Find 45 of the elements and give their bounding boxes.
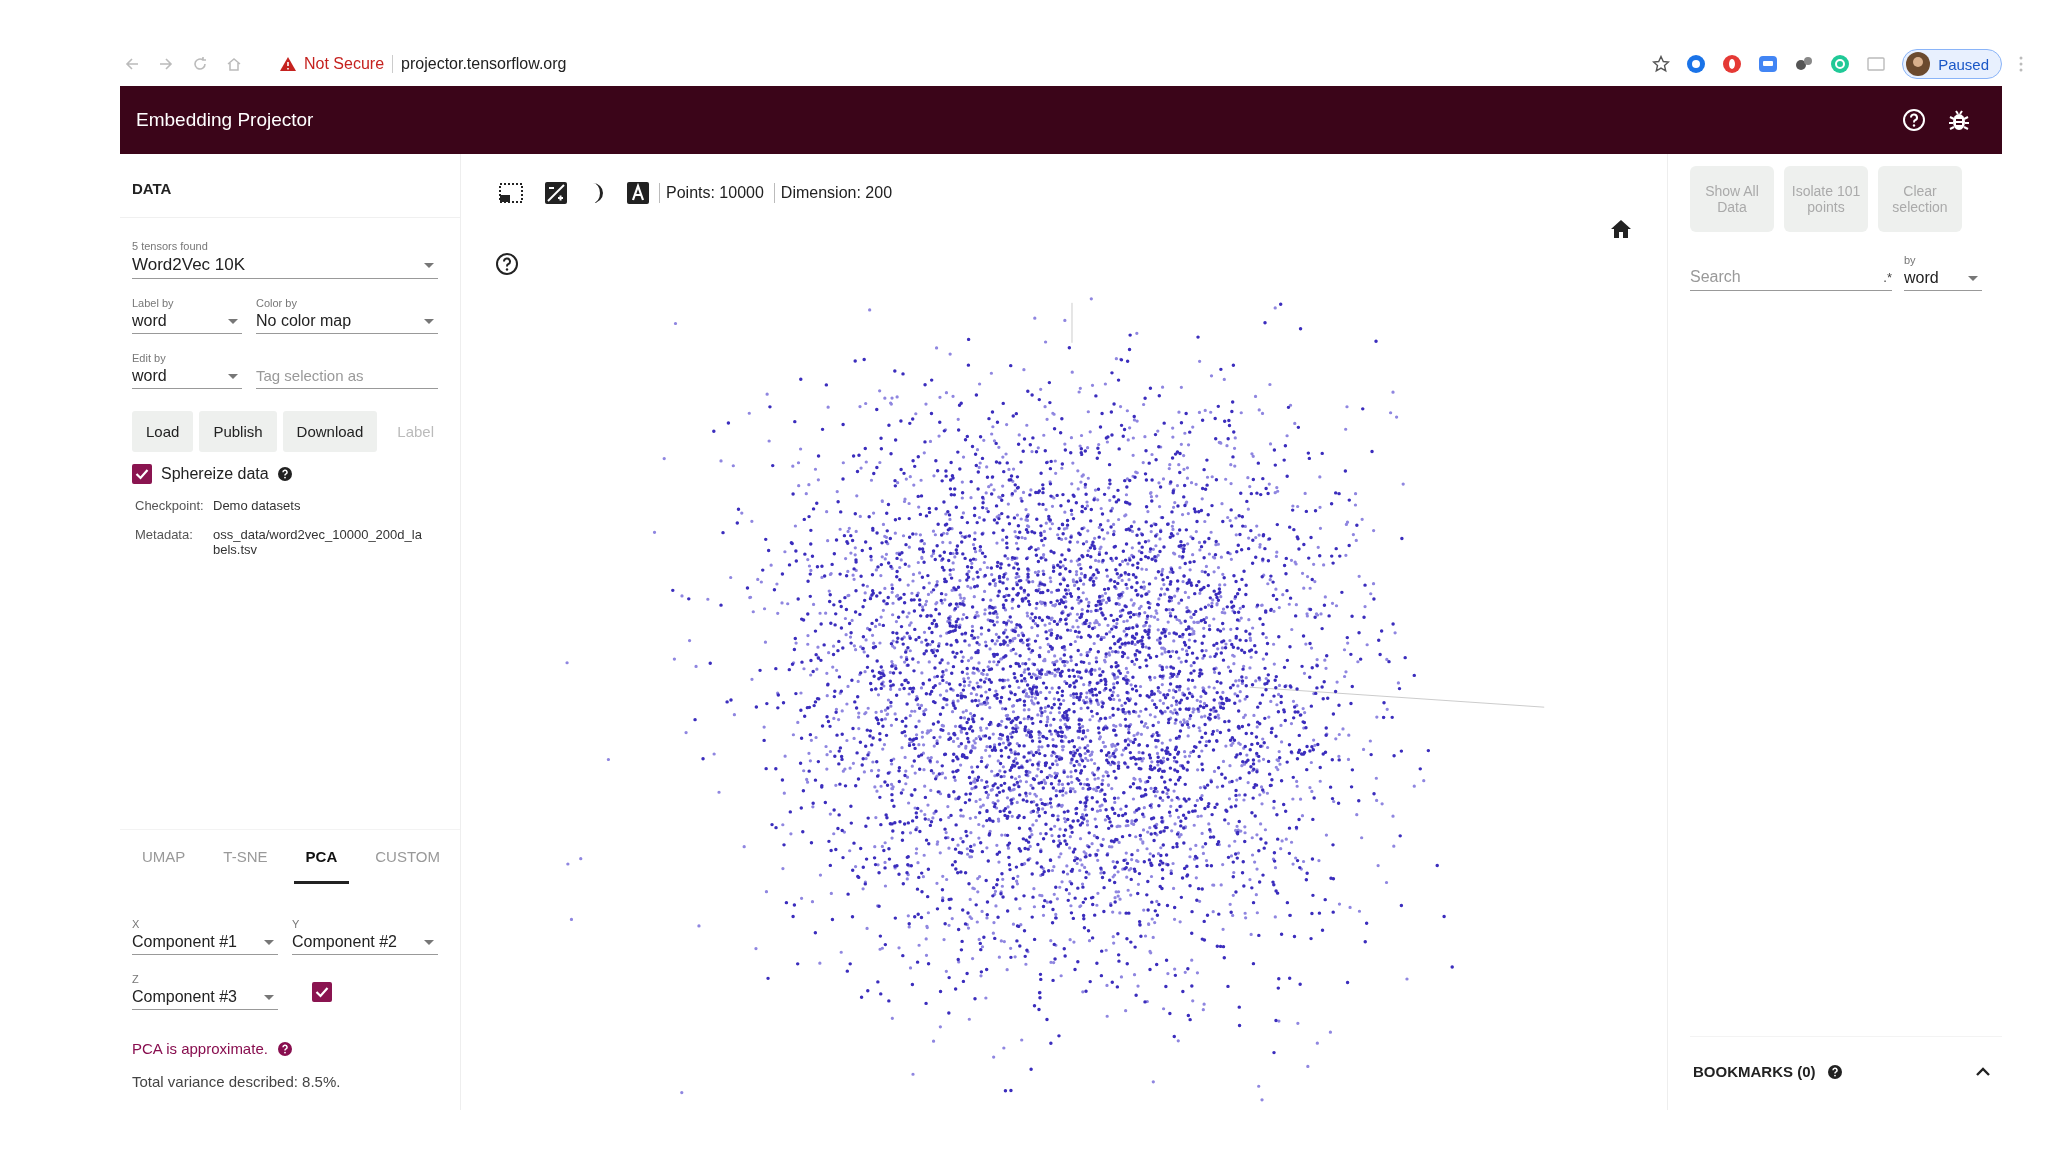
- app-title: Embedding Projector: [136, 109, 314, 131]
- pca-note: PCA is approximate.: [132, 1040, 268, 1057]
- variance-text: Total variance described: 8.5%.: [132, 1073, 342, 1090]
- help-icon[interactable]: [277, 467, 292, 481]
- selection-icon[interactable]: [499, 183, 523, 203]
- points-count: Points: 10000: [666, 184, 764, 202]
- label-icon[interactable]: [627, 182, 649, 204]
- info-label: Metadata:: [135, 527, 194, 544]
- extension-icon[interactable]: [1758, 54, 1779, 74]
- tensor-dropdown[interactable]: 5 tensors found Word2Vec 10K: [132, 240, 438, 279]
- address-bar[interactable]: projector.tensorflow.org: [401, 55, 567, 73]
- checkbox-label: Sphereize data: [161, 465, 269, 483]
- checkbox[interactable]: [312, 981, 332, 1002]
- edit-by-dropdown[interactable]: Edit by word: [132, 352, 242, 389]
- regex-toggle[interactable]: .*: [1883, 269, 1892, 285]
- action-button[interactable]: Publish: [199, 411, 277, 452]
- x-component-dropdown[interactable]: X Component #1: [132, 918, 278, 955]
- profile-button[interactable]: Paused: [1902, 49, 2002, 79]
- section-heading: DATA: [120, 154, 460, 218]
- extension-icon[interactable]: [1722, 54, 1743, 74]
- info-value: Demo datasets: [213, 498, 302, 513]
- security-warning[interactable]: Not Secure: [304, 55, 385, 73]
- extension-icon[interactable]: [1686, 54, 1707, 74]
- avatar-icon: [1906, 52, 1931, 76]
- search-by-dropdown[interactable]: by word: [1904, 254, 1982, 291]
- help-icon[interactable]: [277, 1041, 292, 1056]
- projection-tab[interactable]: PCA: [293, 830, 350, 884]
- z-component-dropdown[interactable]: Z Component #3: [132, 973, 278, 1010]
- color-by-dropdown[interactable]: Color by No color map: [256, 297, 438, 334]
- bookmarks-heading[interactable]: BOOKMARKS (0): [1693, 1063, 1816, 1080]
- home-icon[interactable]: [1611, 220, 1631, 238]
- star-icon[interactable]: [1652, 55, 1671, 73]
- warning-icon: [280, 57, 296, 71]
- action-button[interactable]: Download: [282, 411, 378, 452]
- label-by-dropdown[interactable]: Label by word: [132, 297, 242, 334]
- chevron-up-icon[interactable]: [1976, 1066, 1990, 1077]
- bug-icon[interactable]: [1948, 108, 1970, 132]
- info-value: oss_data/word2vec_10000_200d_labels.tsv: [213, 527, 423, 557]
- night-mode-icon[interactable]: [545, 182, 567, 204]
- help-icon[interactable]: [1827, 1064, 1842, 1079]
- dimension-count: Dimension: 200: [780, 184, 893, 202]
- checkbox[interactable]: [132, 464, 152, 484]
- action-button[interactable]: Load: [132, 411, 194, 452]
- y-component-dropdown[interactable]: Y Component #2: [292, 918, 438, 955]
- help-icon[interactable]: [495, 252, 519, 276]
